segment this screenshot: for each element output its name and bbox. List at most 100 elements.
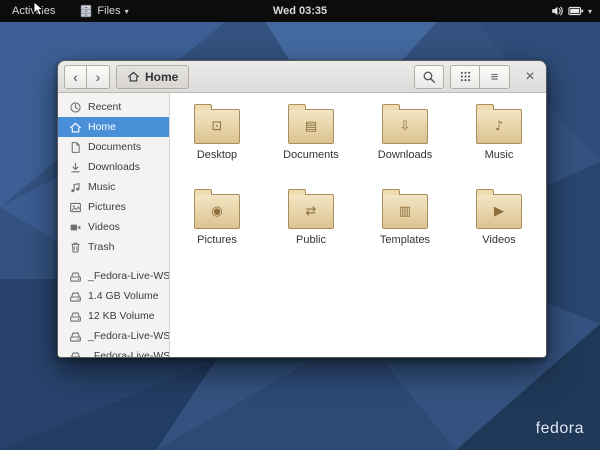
trash-icon	[69, 241, 82, 254]
file-grid: ⊡ Desktop ▤ Documents ⇩ Downloads ♪ Musi…	[170, 93, 546, 357]
sidebar-item-trash[interactable]: Trash	[58, 237, 169, 257]
sidebar-item-label: Videos	[88, 221, 120, 233]
folder-icon: ▤	[288, 109, 334, 144]
files-window: ‹ › Home ≡ × Recent	[57, 60, 547, 358]
grid-view-button[interactable]	[450, 65, 480, 89]
downloads-emblem-icon: ⇩	[383, 110, 427, 143]
folder-label: Pictures	[197, 234, 237, 246]
music-note-icon	[69, 181, 82, 194]
fedora-logo: fedora	[536, 420, 584, 438]
sidebar-item-videos[interactable]: Videos	[58, 217, 169, 237]
battery-icon	[568, 5, 584, 17]
sidebar-item-documents[interactable]: Documents	[58, 137, 169, 157]
folder-templates[interactable]: ▥ Templates	[358, 185, 452, 270]
clock[interactable]: Wed 03:35	[273, 5, 327, 17]
sidebar: Recent Home Documents Downloads Music Pi…	[58, 93, 170, 357]
path-button-home[interactable]: Home	[116, 65, 189, 89]
caret-down-icon: ▾	[588, 7, 592, 16]
sidebar-volumes-section: _Fedora-Live-WS- 1.4 GB Volume 12 KB Vol…	[58, 266, 169, 357]
sidebar-item-recent[interactable]: Recent	[58, 97, 169, 117]
window-body: Recent Home Documents Downloads Music Pi…	[58, 93, 546, 357]
folder-label: Public	[296, 234, 326, 246]
system-status-area[interactable]: ▾	[550, 4, 592, 18]
download-icon	[69, 161, 82, 174]
folder-icon: ▶	[476, 194, 522, 229]
sidebar-item-downloads[interactable]: Downloads	[58, 157, 169, 177]
sidebar-item-music[interactable]: Music	[58, 177, 169, 197]
sidebar-item-label: Downloads	[88, 161, 140, 173]
menu-button[interactable]: ≡	[480, 65, 510, 89]
hamburger-icon: ≡	[491, 69, 499, 84]
drive-icon	[69, 290, 82, 303]
folder-icon: ▥	[382, 194, 428, 229]
video-camera-icon	[69, 221, 82, 234]
home-icon	[127, 70, 140, 83]
grid-view-icon	[459, 70, 472, 83]
sidebar-item-volume-5[interactable]: _Fedora-Live-WS-	[58, 346, 169, 357]
folder-documents[interactable]: ▤ Documents	[264, 100, 358, 185]
path-label: Home	[145, 70, 178, 84]
nav-button-group: ‹ ›	[64, 65, 110, 89]
folder-label: Templates	[380, 234, 430, 246]
mouse-cursor	[33, 1, 45, 17]
sidebar-item-label: 1.4 GB Volume	[88, 290, 159, 302]
documents-emblem-icon: ▤	[289, 110, 333, 143]
desktop-emblem-icon: ⊡	[195, 110, 239, 143]
folder-icon: ⊡	[194, 109, 240, 144]
back-button[interactable]: ‹	[64, 65, 87, 89]
sidebar-item-label: _Fedora-Live-WS-	[88, 330, 170, 342]
forward-button[interactable]: ›	[87, 65, 110, 89]
music-emblem-icon: ♪	[477, 110, 521, 143]
folder-label: Music	[485, 149, 514, 161]
sidebar-item-label: _Fedora-Live-WS-	[88, 350, 170, 357]
folder-public[interactable]: ⇄ Public	[264, 185, 358, 270]
sidebar-item-label: _Fedora-Live-WS-	[88, 270, 170, 282]
folder-desktop[interactable]: ⊡ Desktop	[170, 100, 264, 185]
folder-label: Desktop	[197, 149, 237, 161]
pictures-emblem-icon: ◉	[195, 195, 239, 228]
videos-emblem-icon: ▶	[477, 195, 521, 228]
sidebar-item-label: Trash	[88, 241, 114, 253]
sidebar-item-label: 12 KB Volume	[88, 310, 155, 322]
folder-icon: ◉	[194, 194, 240, 229]
public-emblem-icon: ⇄	[289, 195, 333, 228]
volume-icon	[550, 4, 564, 18]
folder-icon: ⇄	[288, 194, 334, 229]
drive-icon	[69, 330, 82, 343]
folder-downloads[interactable]: ⇩ Downloads	[358, 100, 452, 185]
sidebar-item-label: Documents	[88, 141, 141, 153]
folder-icon: ♪	[476, 109, 522, 144]
folder-pictures[interactable]: ◉ Pictures	[170, 185, 264, 270]
headerbar: ‹ › Home ≡ ×	[58, 61, 546, 93]
sidebar-item-home[interactable]: Home	[58, 117, 169, 137]
folder-label: Downloads	[378, 149, 432, 161]
sidebar-item-volume-4[interactable]: _Fedora-Live-WS-	[58, 326, 169, 346]
folder-music[interactable]: ♪ Music	[452, 100, 546, 185]
sidebar-item-volume-1[interactable]: _Fedora-Live-WS-	[58, 266, 169, 286]
app-menu-label: Files	[97, 5, 120, 17]
templates-emblem-icon: ▥	[383, 195, 427, 228]
folder-icon: ⇩	[382, 109, 428, 144]
folder-videos[interactable]: ▶ Videos	[452, 185, 546, 270]
caret-down-icon: ▾	[125, 7, 129, 16]
view-button-group: ≡	[450, 65, 510, 89]
drive-icon	[69, 350, 82, 358]
top-bar: Activities Files ▾ Wed 03:35 ▾	[0, 0, 600, 22]
document-icon	[69, 141, 82, 154]
sidebar-item-label: Recent	[88, 101, 121, 113]
image-icon	[69, 201, 82, 214]
drive-icon	[69, 310, 82, 323]
recent-icon	[69, 101, 82, 114]
search-icon	[422, 70, 436, 84]
folder-label: Videos	[482, 234, 515, 246]
search-button[interactable]	[414, 65, 444, 89]
home-icon	[69, 121, 82, 134]
sidebar-item-volume-3[interactable]: 12 KB Volume	[58, 306, 169, 326]
sidebar-item-pictures[interactable]: Pictures	[58, 197, 169, 217]
close-button[interactable]: ×	[520, 67, 540, 87]
sidebar-item-label: Pictures	[88, 201, 126, 213]
drive-icon	[69, 270, 82, 283]
files-app-icon	[79, 4, 93, 18]
sidebar-item-volume-2[interactable]: 1.4 GB Volume	[58, 286, 169, 306]
app-menu[interactable]: Files ▾	[79, 4, 128, 18]
